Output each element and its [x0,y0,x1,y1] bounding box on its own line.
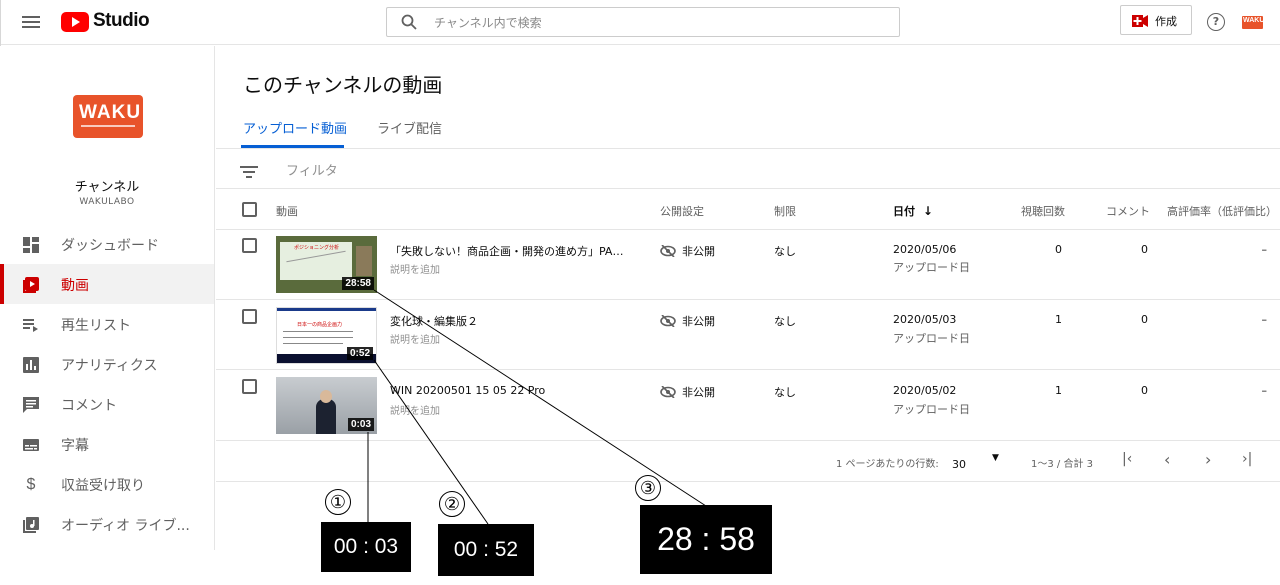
callout-line-3 [373,289,707,507]
callout-duration-1: 00 : 03 [321,522,411,572]
callout-duration-2: 00 : 52 [438,524,534,576]
callout-number-1: ① [325,489,351,515]
callout-number-3: ③ [635,475,661,501]
callout-line-2 [373,359,489,525]
callout-duration-3: 28 : 58 [640,505,772,574]
callout-number-2: ② [439,491,465,517]
